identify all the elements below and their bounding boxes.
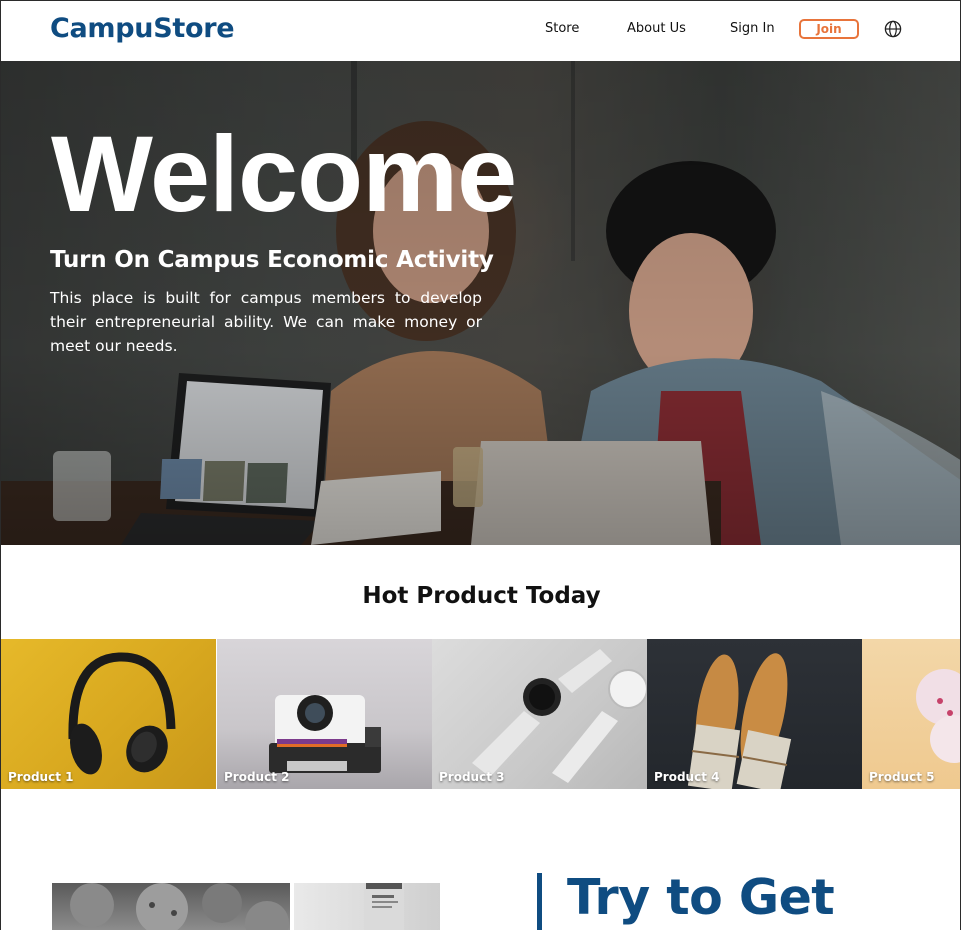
product-card-5[interactable]: Product 5 [862,639,960,789]
product-card-3[interactable]: Product 3 [432,639,647,789]
hero-banner: Welcome Turn On Campus Economic Activity… [1,61,960,545]
ice-cream-image [916,669,960,763]
product-label: Product 2 [224,770,290,784]
promo-title: Try to Get [567,869,835,926]
hot-products-title: Hot Product Today [362,583,601,609]
promo-accent-bar [537,873,542,930]
product-carousel[interactable]: Product 1 Product 2 Product 3 Product 4 … [1,639,960,789]
join-button[interactable]: Join [799,19,859,39]
nav-link-about-us[interactable]: About Us [627,21,686,36]
page-frame: CampuStore Store About Us Sign In Join W… [0,0,961,930]
smartwatch-image [472,649,647,783]
headphones-image [68,652,176,775]
nav-link-sign-in[interactable]: Sign In [730,21,775,36]
top-navbar: CampuStore Store About Us Sign In Join [1,1,960,61]
camera-image [269,695,381,773]
hero-subtitle: Turn On Campus Economic Activity [50,247,494,273]
product-card-1[interactable]: Product 1 [1,639,216,789]
product-label: Product 3 [439,770,505,784]
hero-description: This place is built for campus members t… [50,289,482,355]
product-label: Product 1 [8,770,74,784]
globe-icon[interactable] [884,20,902,38]
product-card-4[interactable]: Product 4 [647,639,862,789]
product-label: Product 4 [654,770,720,784]
promo-image-cosmetics [294,883,440,930]
promo-image-cookies [52,883,290,930]
nav-link-store[interactable]: Store [545,21,579,36]
site-logo[interactable]: CampuStore [50,13,235,44]
product-card-2[interactable]: Product 2 [217,639,432,789]
hero-title: Welcome [51,113,517,234]
product-label: Product 5 [869,770,935,784]
bread-image [687,653,792,789]
